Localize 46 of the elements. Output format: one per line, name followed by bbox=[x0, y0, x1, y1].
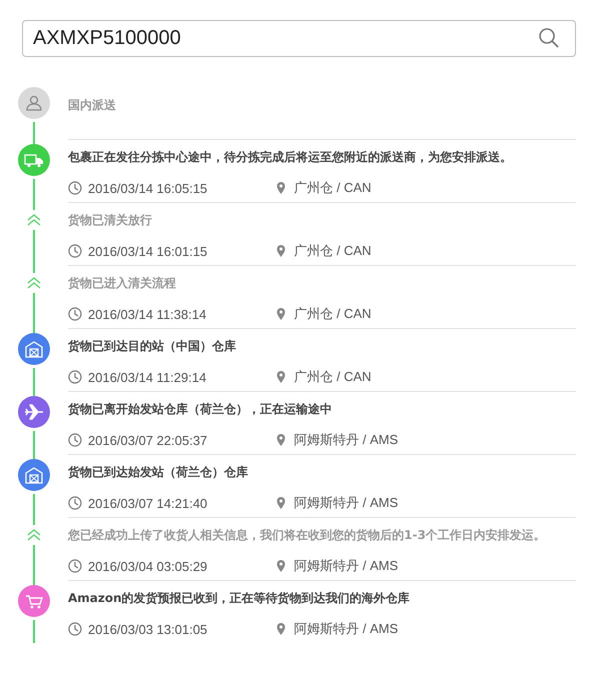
location-pin-icon bbox=[274, 244, 288, 258]
location-pin-icon bbox=[274, 433, 288, 447]
event-title: 货物已离开始发站仓库（荷兰仓），正在运输途中 bbox=[68, 400, 332, 418]
event-location: 阿姆斯特丹 / AMS bbox=[294, 620, 398, 638]
event-time: 2016/03/04 03:05:29 bbox=[88, 558, 208, 574]
event-location: 阿姆斯特丹 / AMS bbox=[294, 431, 398, 449]
event-time: 2016/03/07 14:21:40 bbox=[88, 496, 208, 510]
clock-icon bbox=[68, 559, 82, 573]
location-pin-icon bbox=[274, 496, 288, 510]
double-chevron-up-icon bbox=[27, 213, 41, 227]
double-chevron-up-icon bbox=[27, 276, 41, 290]
event-time: 2016/03/14 16:01:15 bbox=[88, 244, 208, 258]
event-title: 货物已进入清关流程 bbox=[68, 274, 176, 292]
clock-icon bbox=[68, 370, 82, 384]
search-field[interactable]: AXMXP5100000 bbox=[22, 20, 576, 57]
event-location: 广州仓 / CAN bbox=[294, 242, 372, 260]
event-location: 广州仓 / CAN bbox=[294, 179, 372, 197]
event-title: 货物已到达目的站（中国）仓库 bbox=[68, 338, 236, 354]
clock-icon bbox=[68, 496, 82, 510]
clock-icon bbox=[68, 181, 82, 195]
event-title: 国内派送 bbox=[68, 96, 116, 114]
search-icon[interactable] bbox=[538, 27, 560, 49]
double-chevron-up-icon bbox=[27, 528, 41, 542]
event-time: 2016/03/14 11:38:14 bbox=[88, 306, 206, 322]
location-pin-icon bbox=[274, 307, 288, 321]
event-title: 货物已清关放行 bbox=[68, 212, 152, 228]
location-pin-icon bbox=[274, 181, 288, 195]
clock-icon bbox=[68, 433, 82, 447]
event-title: Amazon的发货预报已收到，正在等待货物到达我们的海外仓库 bbox=[68, 590, 410, 606]
location-pin-icon bbox=[274, 559, 288, 573]
event-time: 2016/03/03 13:01:05 bbox=[88, 622, 208, 636]
clock-icon bbox=[68, 244, 82, 258]
event-title: 您已经成功上传了收货人相关信息，我们将在收到您的货物后的1-3个工作日内安排发运。 bbox=[68, 526, 546, 544]
event-location: 广州仓 / CAN bbox=[294, 305, 372, 323]
event-location: 广州仓 / CAN bbox=[294, 368, 372, 386]
event-title: 包裹正在发往分拣中心途中，待分拣完成后将运至您附近的派送商，为您安排派送。 bbox=[68, 148, 512, 166]
event-time: 2016/03/07 22:05:37 bbox=[88, 432, 208, 448]
clock-icon bbox=[68, 622, 82, 636]
event-time: 2016/03/14 11:29:14 bbox=[88, 370, 206, 384]
location-pin-icon bbox=[274, 622, 288, 636]
event-time: 2016/03/14 16:05:15 bbox=[88, 180, 208, 196]
location-pin-icon bbox=[274, 370, 288, 384]
event-location: 阿姆斯特丹 / AMS bbox=[294, 494, 398, 512]
event-location: 阿姆斯特丹 / AMS bbox=[294, 557, 398, 575]
event-title: 货物已到达始发站（荷兰仓）仓库 bbox=[68, 464, 248, 480]
clock-icon bbox=[68, 307, 82, 321]
